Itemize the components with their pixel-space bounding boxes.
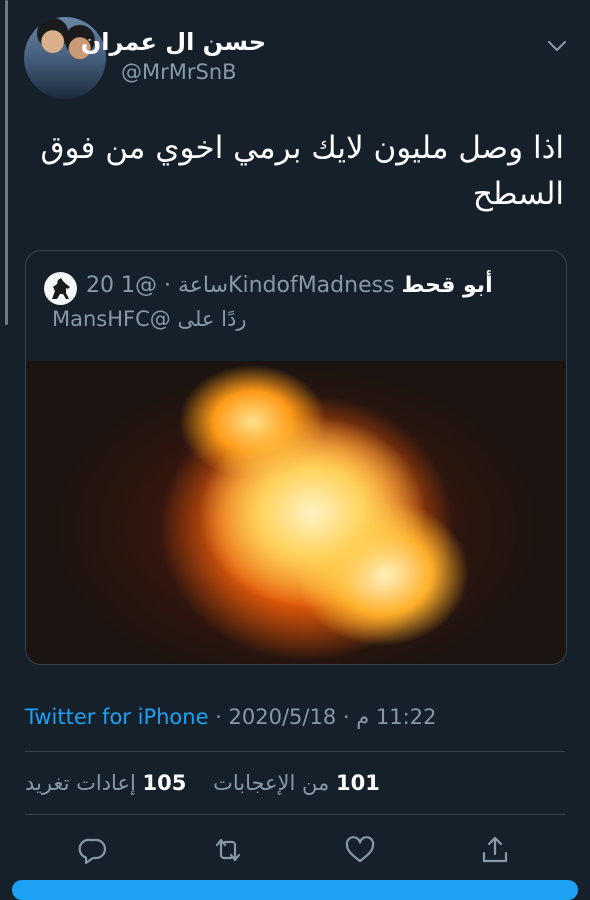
author-handle[interactable]: @MrMrSnB (121, 60, 237, 84)
author-name[interactable]: حسن ال عمران (81, 28, 266, 56)
tweet-stats: 101 من الإعجابات 105 إعادات تغريد (25, 771, 380, 795)
chevron-down-icon[interactable] (545, 34, 569, 58)
likes-count: 101 (335, 771, 380, 795)
retweets-count: 105 (142, 771, 187, 795)
reply-to-handle[interactable]: @MansHFC (52, 307, 171, 331)
quoted-author-name[interactable]: أبو قحط (402, 273, 493, 298)
quoted-author-avatar[interactable] (44, 272, 77, 305)
quoted-header: 20 ساعة · @1KindofMadness أبو قحط (86, 273, 493, 298)
reply-bar[interactable] (12, 880, 578, 900)
tweet-date: 2020/5/18 (228, 705, 337, 729)
source-app-link[interactable]: Twitter for iPhone (25, 705, 209, 729)
likes-label: من الإعجابات (213, 771, 330, 795)
share-icon[interactable] (477, 832, 513, 868)
likes-stat[interactable]: 101 من الإعجابات (213, 771, 380, 795)
retweets-label: إعادات تغريد (25, 771, 136, 795)
heart-icon[interactable] (342, 832, 378, 868)
scrollbar[interactable] (5, 0, 8, 325)
reply-icon[interactable] (75, 832, 111, 868)
reply-prefix: ردًا على (177, 307, 247, 331)
tweet-text: اذا وصل مليون لايك برمي اخوي من فوق السط… (40, 130, 564, 212)
tweet-source-line: Twitter for iPhone · 2020/5/18 · 11:22 م (25, 705, 437, 729)
divider (25, 814, 565, 815)
quoted-reply-context: ردًا على @MansHFC (52, 307, 246, 331)
retweets-stat[interactable]: 105 إعادات تغريد (25, 771, 186, 795)
retweet-icon[interactable] (210, 832, 246, 868)
quoted-fire-image[interactable] (26, 361, 566, 664)
divider (25, 751, 565, 752)
quoted-tweet-card[interactable]: 20 ساعة · @1KindofMadness أبو قحط ردًا ع… (25, 250, 567, 665)
tweet-time: 11:22 م (356, 705, 437, 729)
